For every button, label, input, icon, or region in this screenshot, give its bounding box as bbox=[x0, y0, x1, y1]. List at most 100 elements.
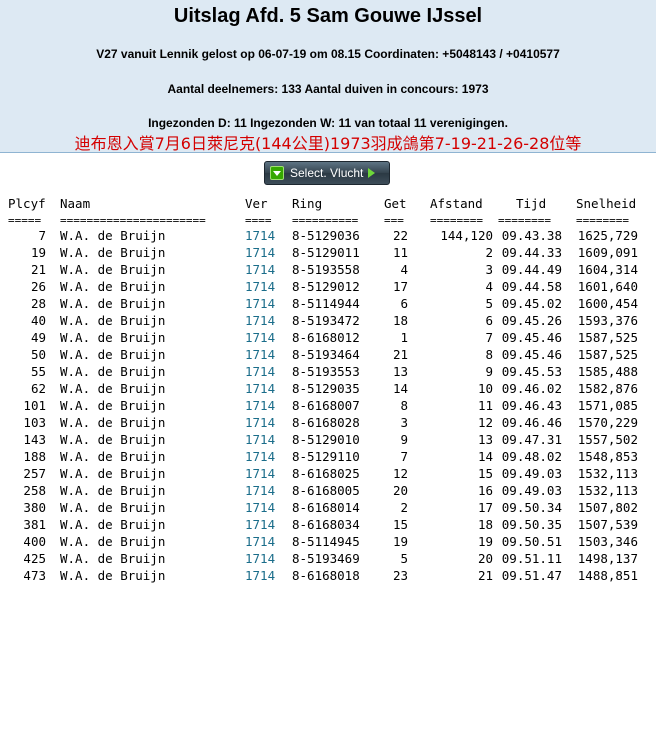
table-row: 49 W.A. de Bruijn 1714 8-6168012 1 7 09.… bbox=[0, 329, 656, 346]
cell-ver-link[interactable]: 1714 bbox=[245, 346, 275, 363]
cell-ver-link[interactable]: 1714 bbox=[245, 261, 275, 278]
cell-get: 9 bbox=[400, 432, 408, 447]
cell-plcyf: 101 bbox=[23, 398, 46, 413]
table-row: 425 W.A. de Bruijn 1714 8-5193469 5 20 0… bbox=[0, 550, 656, 567]
cell-ring: 8-6168025 bbox=[292, 466, 360, 481]
cell-afstand: 10 bbox=[477, 381, 493, 396]
cell-get: 20 bbox=[392, 483, 408, 498]
cell-ring: 8-6168034 bbox=[292, 517, 360, 532]
col-tijd: Tijd bbox=[516, 196, 547, 211]
cell-afstand: 144,120 bbox=[440, 228, 493, 243]
cell-tijd: 09.45.26 bbox=[501, 313, 562, 328]
cell-naam: W.A. de Bruijn bbox=[60, 432, 166, 447]
cell-ver-link[interactable]: 1714 bbox=[245, 567, 275, 584]
cell-tijd: 09.46.46 bbox=[501, 415, 562, 430]
sep-naam: ====================== bbox=[60, 214, 206, 227]
cell-get: 4 bbox=[400, 262, 408, 277]
cell-snelheid: 1532,113 bbox=[577, 466, 638, 481]
cell-naam: W.A. de Bruijn bbox=[60, 245, 166, 260]
cell-ring: 8-6168007 bbox=[292, 398, 360, 413]
cell-ring: 8-5193558 bbox=[292, 262, 360, 277]
table-row: 380 W.A. de Bruijn 1714 8-6168014 2 17 0… bbox=[0, 499, 656, 516]
cell-ring: 8-5129036 bbox=[292, 228, 360, 243]
cell-get: 19 bbox=[392, 534, 408, 549]
cell-tijd: 09.49.03 bbox=[501, 466, 562, 481]
cell-plcyf: 381 bbox=[23, 517, 46, 532]
cell-afstand: 18 bbox=[477, 517, 493, 532]
cell-tijd: 09.44.58 bbox=[501, 279, 562, 294]
cell-afstand: 13 bbox=[477, 432, 493, 447]
cell-ver-link[interactable]: 1714 bbox=[245, 414, 275, 431]
cell-plcyf: 380 bbox=[23, 500, 46, 515]
cell-tijd: 09.46.43 bbox=[501, 398, 562, 413]
cell-naam: W.A. de Bruijn bbox=[60, 551, 166, 566]
cell-ver-link[interactable]: 1714 bbox=[245, 244, 275, 261]
cell-snelheid: 1585,488 bbox=[577, 364, 638, 379]
cell-snelheid: 1601,640 bbox=[577, 279, 638, 294]
cell-snelheid: 1570,229 bbox=[577, 415, 638, 430]
cell-tijd: 09.45.46 bbox=[501, 347, 562, 362]
table-row: 26 W.A. de Bruijn 1714 8-5129012 17 4 09… bbox=[0, 278, 656, 295]
cell-snelheid: 1609,091 bbox=[577, 245, 638, 260]
cell-ver-link[interactable]: 1714 bbox=[245, 516, 275, 533]
cell-ver-link[interactable]: 1714 bbox=[245, 465, 275, 482]
cell-ver-link[interactable]: 1714 bbox=[245, 295, 275, 312]
cell-snelheid: 1548,853 bbox=[577, 449, 638, 464]
cell-ver-link[interactable]: 1714 bbox=[245, 312, 275, 329]
cell-ring: 8-6168005 bbox=[292, 483, 360, 498]
cell-ring: 8-6168028 bbox=[292, 415, 360, 430]
cell-naam: W.A. de Bruijn bbox=[60, 364, 166, 379]
participants-info: Aantal deelnemers: 133 Aantal duiven in … bbox=[167, 82, 489, 96]
cell-get: 22 bbox=[392, 228, 408, 243]
cell-ver-link[interactable]: 1714 bbox=[245, 482, 275, 499]
cell-plcyf: 103 bbox=[23, 415, 46, 430]
cell-naam: W.A. de Bruijn bbox=[60, 517, 166, 532]
cell-afstand: 15 bbox=[477, 466, 493, 481]
cell-snelheid: 1604,314 bbox=[577, 262, 638, 277]
cell-ver-link[interactable]: 1714 bbox=[245, 550, 275, 567]
down-arrow-icon bbox=[270, 166, 284, 180]
cell-tijd: 09.47.31 bbox=[501, 432, 562, 447]
cell-plcyf: 258 bbox=[23, 483, 46, 498]
cell-afstand: 17 bbox=[477, 500, 493, 515]
col-get: Get bbox=[384, 196, 407, 211]
cell-naam: W.A. de Bruijn bbox=[60, 449, 166, 464]
cell-plcyf: 26 bbox=[30, 279, 46, 294]
cell-naam: W.A. de Bruijn bbox=[60, 398, 166, 413]
cell-naam: W.A. de Bruijn bbox=[60, 347, 166, 362]
cell-ver-link[interactable]: 1714 bbox=[245, 278, 275, 295]
cell-ring: 8-5114944 bbox=[292, 296, 360, 311]
table-row: 258 W.A. de Bruijn 1714 8-6168005 20 16 … bbox=[0, 482, 656, 499]
cell-ver-link[interactable]: 1714 bbox=[245, 533, 275, 550]
cell-afstand: 19 bbox=[477, 534, 493, 549]
table-row: 28 W.A. de Bruijn 1714 8-5114944 6 5 09.… bbox=[0, 295, 656, 312]
cell-afstand: 9 bbox=[485, 364, 493, 379]
cell-ver-link[interactable]: 1714 bbox=[245, 227, 275, 244]
cell-get: 6 bbox=[400, 296, 408, 311]
table-separator: ===== ====================== ==== ======… bbox=[0, 214, 656, 227]
cell-ver-link[interactable]: 1714 bbox=[245, 329, 275, 346]
cell-afstand: 5 bbox=[485, 296, 493, 311]
cell-ver-link[interactable]: 1714 bbox=[245, 363, 275, 380]
cell-snelheid: 1488,851 bbox=[577, 568, 638, 583]
cell-tijd: 09.45.46 bbox=[501, 330, 562, 345]
cell-snelheid: 1587,525 bbox=[577, 330, 638, 345]
table-row: 103 W.A. de Bruijn 1714 8-6168028 3 12 0… bbox=[0, 414, 656, 431]
cell-plcyf: 143 bbox=[23, 432, 46, 447]
cell-ver-link[interactable]: 1714 bbox=[245, 431, 275, 448]
cell-snelheid: 1600,454 bbox=[577, 296, 638, 311]
cell-ring: 8-5193553 bbox=[292, 364, 360, 379]
cell-snelheid: 1532,113 bbox=[577, 483, 638, 498]
cell-get: 12 bbox=[392, 466, 408, 481]
cell-plcyf: 21 bbox=[30, 262, 46, 277]
cell-tijd: 09.45.53 bbox=[501, 364, 562, 379]
right-arrow-icon bbox=[368, 168, 376, 178]
cell-ver-link[interactable]: 1714 bbox=[245, 380, 275, 397]
cell-naam: W.A. de Bruijn bbox=[60, 313, 166, 328]
cell-ver-link[interactable]: 1714 bbox=[245, 397, 275, 414]
cell-naam: W.A. de Bruijn bbox=[60, 330, 166, 345]
cell-ver-link[interactable]: 1714 bbox=[245, 499, 275, 516]
select-flight-button[interactable]: Select. Vlucht bbox=[264, 161, 390, 185]
cell-ver-link[interactable]: 1714 bbox=[245, 448, 275, 465]
cell-afstand: 4 bbox=[485, 279, 493, 294]
